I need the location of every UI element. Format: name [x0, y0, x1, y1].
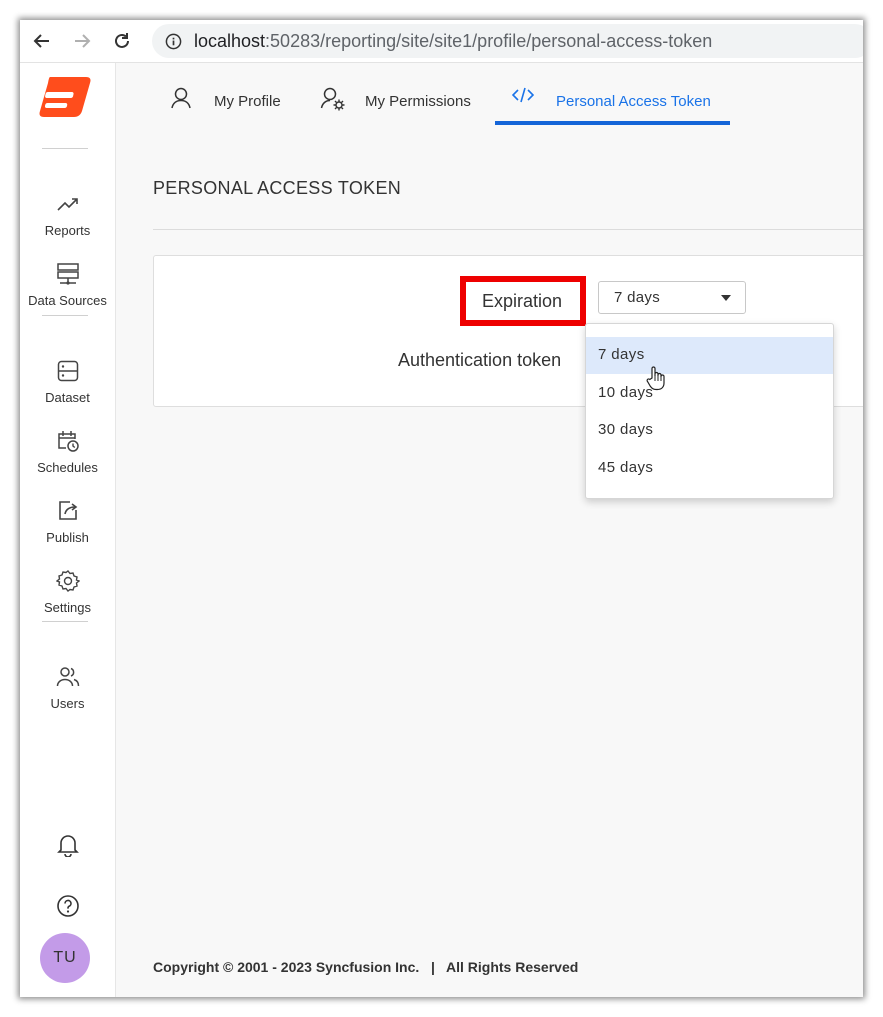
tab-my-profile[interactable]: My Profile	[170, 80, 281, 126]
back-arrow-icon[interactable]	[30, 29, 54, 53]
user-icon	[170, 86, 192, 115]
forward-arrow-icon[interactable]	[70, 29, 94, 53]
sidebar-item-schedules[interactable]: Schedules	[20, 428, 115, 475]
user-settings-icon	[320, 86, 346, 117]
option-10-days[interactable]: 10 days	[586, 375, 833, 412]
sidebar-divider	[42, 148, 88, 149]
app-logo[interactable]	[36, 73, 94, 121]
tab-my-permissions[interactable]: My Permissions	[320, 80, 471, 126]
active-tab-indicator	[495, 121, 730, 125]
sidebar-item-reports[interactable]: Reports	[20, 191, 115, 238]
code-icon	[511, 86, 535, 109]
caret-down-icon	[721, 295, 731, 301]
sidebar-item-label: Settings	[44, 600, 91, 615]
browser-toolbar: localhost:50283/reporting/site/site1/pro…	[20, 20, 863, 63]
option-30-days[interactable]: 30 days	[586, 412, 833, 449]
trend-chart-icon	[20, 191, 115, 217]
footer-copyright: Copyright © 2001 - 2023 Syncfusion Inc. …	[153, 959, 579, 975]
option-45-days[interactable]: 45 days	[586, 450, 833, 487]
tab-label: My Permissions	[365, 93, 471, 110]
sidebar-item-label: Schedules	[37, 460, 98, 475]
help-icon[interactable]	[20, 894, 115, 918]
expiration-select[interactable]: 7 days	[598, 281, 746, 314]
sidebar-item-dataset[interactable]: Dataset	[20, 358, 115, 405]
sidebar-item-data-sources[interactable]: Data Sources	[20, 261, 115, 308]
sidebar-divider	[42, 315, 88, 316]
auth-token-label: Authentication token	[398, 350, 562, 370]
hand-cursor-icon	[646, 365, 666, 396]
sidebar-item-label: Data Sources	[28, 293, 107, 308]
address-bar[interactable]: localhost:50283/reporting/site/site1/pro…	[152, 24, 863, 58]
selected-value: 7 days	[614, 289, 660, 306]
option-7-days[interactable]: 7 days	[586, 337, 833, 374]
tab-label: My Profile	[214, 93, 281, 110]
sidebar-item-settings[interactable]: Settings	[20, 568, 115, 615]
sidebar-item-publish[interactable]: Publish	[20, 498, 115, 545]
calendar-clock-icon	[20, 428, 115, 454]
divider	[153, 229, 863, 230]
reload-icon[interactable]	[110, 29, 134, 53]
url-text: localhost:50283/reporting/site/site1/pro…	[194, 30, 713, 51]
tab-label: Personal Access Token	[556, 93, 711, 110]
info-icon[interactable]	[164, 32, 182, 50]
sidebar: Reports Data Sources Dataset Schedules P…	[20, 63, 116, 997]
expiration-dropdown: 7 days 10 days 30 days 45 days	[585, 323, 834, 499]
users-icon	[20, 664, 115, 690]
sidebar-item-users[interactable]: Users	[20, 664, 115, 711]
app-window: localhost:50283/reporting/site/site1/pro…	[20, 20, 863, 997]
page-title: PERSONAL ACCESS TOKEN	[153, 178, 402, 198]
publish-icon	[20, 498, 115, 524]
sidebar-item-label: Users	[50, 696, 85, 711]
bell-icon[interactable]	[20, 833, 115, 857]
gear-icon	[20, 568, 115, 594]
sidebar-divider	[42, 621, 88, 622]
sidebar-item-label: Dataset	[45, 390, 90, 405]
highlight-box	[460, 276, 586, 326]
tab-personal-access-token[interactable]: Personal Access Token	[511, 80, 711, 126]
sidebar-item-label: Publish	[46, 530, 89, 545]
avatar[interactable]: TU	[40, 933, 90, 983]
server-icon	[20, 261, 115, 287]
sidebar-item-label: Reports	[44, 223, 91, 238]
dataset-icon	[20, 358, 115, 384]
